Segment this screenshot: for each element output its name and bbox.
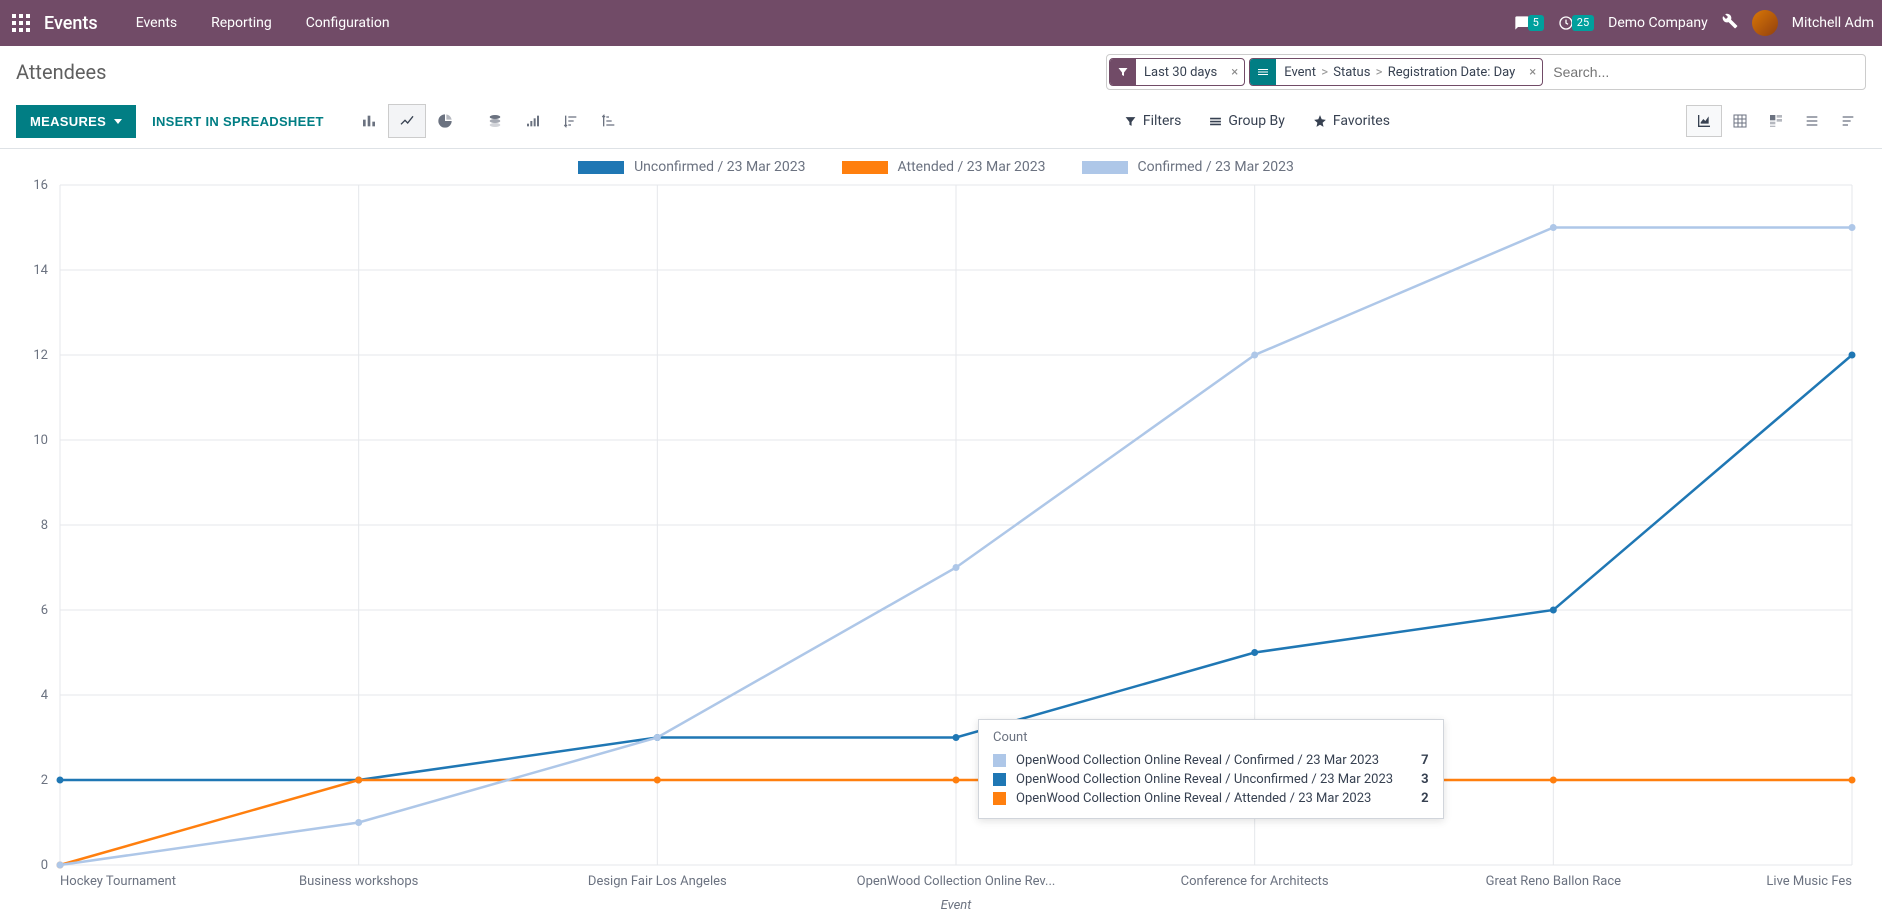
caret-down-icon xyxy=(114,119,122,124)
tooltip-title: Count xyxy=(993,730,1429,745)
group-facet-label: Event > Status > Registration Date: Day xyxy=(1276,65,1523,80)
chart-tooltip: Count OpenWood Collection Online Reveal … xyxy=(978,719,1444,819)
svg-text:16: 16 xyxy=(33,178,48,193)
apps-icon[interactable] xyxy=(12,14,30,32)
list-view-icon[interactable] xyxy=(1794,105,1830,137)
svg-text:0: 0 xyxy=(41,858,48,873)
svg-text:6: 6 xyxy=(41,603,48,618)
filter-facet-label: Last 30 days xyxy=(1136,65,1225,80)
bar-chart-icon[interactable] xyxy=(350,104,388,138)
nav-reporting[interactable]: Reporting xyxy=(197,15,286,31)
tooltip-row: OpenWood Collection Online Reveal / Atte… xyxy=(993,789,1429,808)
search-bar[interactable]: Last 30 days × Event > Status > Registra… xyxy=(1106,54,1866,90)
chart-container: Unconfirmed / 23 Mar 2023 Attended / 23 M… xyxy=(0,149,1882,915)
svg-text:12: 12 xyxy=(33,348,48,363)
line-chart[interactable]: 0 2 4 6 8 10 12 14 16 Hockey Tournament Business w… xyxy=(0,175,1862,915)
main-navbar: Events Events Reporting Configuration 5 … xyxy=(0,0,1882,46)
chart-type-group xyxy=(350,104,628,138)
nav-configuration[interactable]: Configuration xyxy=(292,15,404,31)
legend-item[interactable]: Attended / 23 Mar 2023 xyxy=(842,159,1046,175)
svg-text:4: 4 xyxy=(41,688,49,703)
kanban-view-icon[interactable] xyxy=(1830,105,1866,137)
user-avatar[interactable] xyxy=(1752,10,1778,36)
sort-desc-icon[interactable] xyxy=(552,104,590,138)
svg-text:10: 10 xyxy=(33,433,48,448)
company-switcher[interactable]: Demo Company xyxy=(1608,15,1708,31)
measures-button[interactable]: MEASURES xyxy=(16,105,136,138)
svg-text:14: 14 xyxy=(33,263,48,278)
page-title: Attendees xyxy=(16,60,106,84)
control-panel: Attendees Last 30 days × Event > Status … xyxy=(0,46,1882,149)
cumulative-icon[interactable] xyxy=(514,104,552,138)
nav-events[interactable]: Events xyxy=(122,15,191,31)
svg-text:Business workshops: Business workshops xyxy=(299,874,419,889)
activities-icon[interactable]: 25 xyxy=(1558,15,1594,31)
filter-facet-close[interactable]: × xyxy=(1225,65,1244,80)
chart-legend: Unconfirmed / 23 Mar 2023 Attended / 23 M… xyxy=(0,159,1872,175)
group-icon xyxy=(1250,59,1276,85)
search-input[interactable] xyxy=(1545,64,1865,80)
pivot-view-icon[interactable] xyxy=(1722,105,1758,137)
group-facet-close[interactable]: × xyxy=(1523,65,1542,80)
svg-text:Design Fair Los Angeles: Design Fair Los Angeles xyxy=(588,874,727,889)
activities-badge: 25 xyxy=(1572,15,1594,31)
svg-text:2: 2 xyxy=(41,773,48,788)
insert-spreadsheet-button[interactable]: INSERT IN SPREADSHEET xyxy=(136,105,340,138)
svg-text:Event: Event xyxy=(941,898,973,913)
groupby-dropdown[interactable]: Group By xyxy=(1209,113,1285,129)
favorites-dropdown[interactable]: Favorites xyxy=(1313,113,1390,129)
group-facet: Event > Status > Registration Date: Day … xyxy=(1249,58,1543,86)
pie-chart-icon[interactable] xyxy=(426,104,464,138)
user-name[interactable]: Mitchell Adm xyxy=(1792,15,1874,31)
legend-item[interactable]: Unconfirmed / 23 Mar 2023 xyxy=(578,159,805,175)
svg-text:Live Music Fes: Live Music Fes xyxy=(1766,874,1852,889)
line-chart-icon[interactable] xyxy=(388,104,426,138)
tooltip-row: OpenWood Collection Online Reveal / Unco… xyxy=(993,770,1429,789)
svg-text:8: 8 xyxy=(41,518,48,533)
stacked-icon[interactable] xyxy=(476,104,514,138)
filters-dropdown[interactable]: Filters xyxy=(1124,113,1182,129)
svg-text:Hockey Tournament: Hockey Tournament xyxy=(60,874,176,889)
graph-view-icon[interactable] xyxy=(1686,105,1722,137)
svg-text:OpenWood Collection Online Rev: OpenWood Collection Online Rev... xyxy=(857,874,1056,889)
view-switcher xyxy=(1686,105,1866,137)
messaging-badge: 5 xyxy=(1528,15,1544,31)
filter-icon xyxy=(1110,59,1136,85)
svg-text:Conference for Architects: Conference for Architects xyxy=(1181,874,1329,889)
svg-text:Great Reno Ballon Race: Great Reno Ballon Race xyxy=(1486,874,1622,889)
legend-item[interactable]: Confirmed / 23 Mar 2023 xyxy=(1082,159,1294,175)
filter-facet: Last 30 days × xyxy=(1109,58,1245,86)
messaging-icon[interactable]: 5 xyxy=(1514,15,1544,31)
debug-icon[interactable] xyxy=(1722,13,1738,33)
app-brand[interactable]: Events xyxy=(44,13,98,34)
tooltip-row: OpenWood Collection Online Reveal / Conf… xyxy=(993,751,1429,770)
cohort-view-icon[interactable] xyxy=(1758,105,1794,137)
sort-asc-icon[interactable] xyxy=(590,104,628,138)
